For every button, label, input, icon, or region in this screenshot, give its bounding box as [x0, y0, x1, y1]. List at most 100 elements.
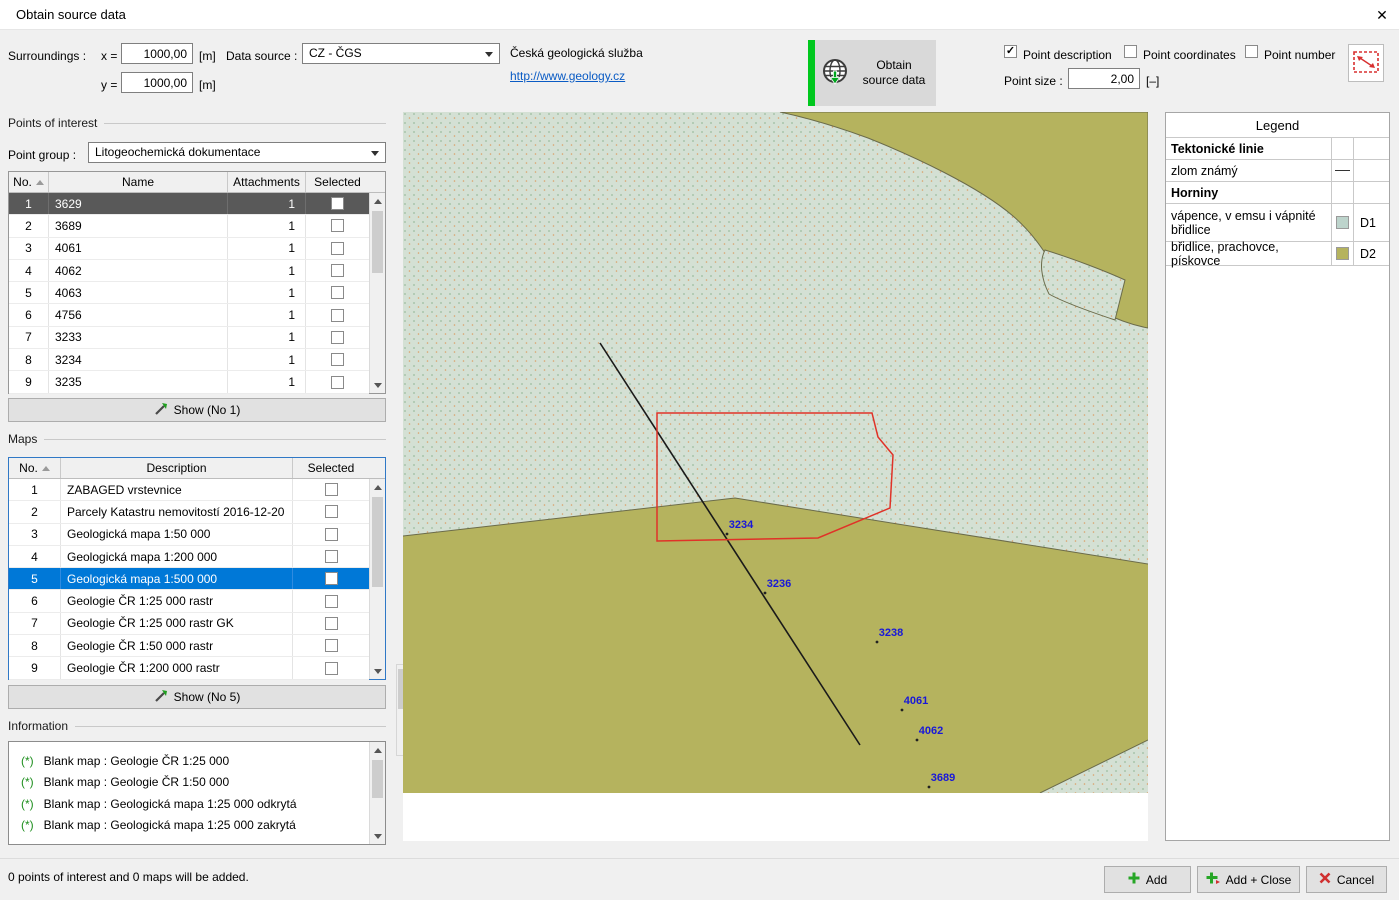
surroundings-y-input[interactable]	[121, 72, 193, 93]
column-header-no[interactable]: No.	[9, 172, 49, 192]
close-icon[interactable]: ✕	[1369, 3, 1395, 27]
column-header-name[interactable]: Name	[49, 172, 228, 192]
row-checkbox[interactable]	[325, 528, 338, 541]
table-row[interactable]: 2 Parcely Katastru nemovitostí 2016-12-2…	[9, 501, 369, 523]
list-item: (*) Blank map : Geologická mapa 1:25 000…	[9, 793, 369, 815]
page-title: Obtain source data	[16, 7, 126, 22]
table-row[interactable]: 7 Geologie ČR 1:25 000 rastr GK	[9, 613, 369, 635]
table-row[interactable]: 6 Geologie ČR 1:25 000 rastr	[9, 590, 369, 612]
legend-panel: Legend Tektonické linie zlom známý Horni…	[1165, 112, 1390, 841]
scrollbar-thumb[interactable]	[372, 497, 383, 587]
column-header-description[interactable]: Description	[61, 458, 293, 478]
list-item: (*) Blank map : Geologická mapa 1:25 000…	[9, 815, 369, 837]
row-checkbox[interactable]	[325, 639, 338, 652]
scrollbar-thumb[interactable]	[372, 760, 383, 798]
table-row[interactable]: 5 Geologická mapa 1:500 000	[9, 568, 369, 590]
row-checkbox[interactable]	[331, 376, 344, 389]
row-checkbox[interactable]	[331, 242, 344, 255]
row-checkbox[interactable]	[331, 286, 344, 299]
table-row[interactable]: 4 Geologická mapa 1:200 000	[9, 546, 369, 568]
legend-swatch	[1336, 247, 1349, 260]
table-row[interactable]: 7 3233 1	[9, 327, 369, 349]
table-row[interactable]: 4 4062 1	[9, 260, 369, 282]
row-checkbox[interactable]	[331, 197, 344, 210]
row-checkbox[interactable]	[331, 264, 344, 277]
plus-close-icon	[1206, 872, 1220, 887]
table-row[interactable]: 2 3689 1	[9, 215, 369, 237]
scroll-down-button[interactable]	[370, 663, 385, 679]
point-size-label: Point size :	[1004, 71, 1063, 91]
point-group-dropdown[interactable]: Litogeochemická dokumentace	[88, 142, 386, 163]
vertical-scrollbar[interactable]	[369, 193, 385, 393]
vertical-scrollbar[interactable]	[369, 742, 385, 844]
row-checkbox[interactable]	[325, 550, 338, 563]
add-button[interactable]: Add	[1104, 866, 1191, 893]
obtain-source-data-button[interactable]: Obtain source data	[808, 40, 936, 106]
row-checkbox[interactable]	[325, 662, 338, 675]
map-point-label: 3689	[931, 772, 955, 784]
scrollbar-thumb[interactable]	[372, 211, 383, 273]
cancel-x-icon	[1319, 872, 1331, 887]
scroll-up-button[interactable]	[370, 193, 385, 209]
row-checkbox[interactable]	[325, 483, 338, 496]
green-stripe	[808, 40, 815, 106]
row-checkbox[interactable]	[331, 309, 344, 322]
row-checkbox[interactable]	[325, 572, 338, 585]
table-row[interactable]: 1 ZABAGED vrstevnice	[9, 479, 369, 501]
column-header-attachments[interactable]: Attachments	[228, 172, 306, 192]
show-point-button[interactable]: Show (No 1)	[8, 398, 386, 422]
table-row[interactable]: 8 Geologie ČR 1:50 000 rastr	[9, 635, 369, 657]
scroll-up-button[interactable]	[370, 479, 385, 495]
scroll-down-button[interactable]	[370, 828, 385, 844]
table-row[interactable]: 3 4061 1	[9, 238, 369, 260]
add-close-button[interactable]: Add + Close	[1197, 866, 1300, 893]
table-row[interactable]: 5 4063 1	[9, 282, 369, 304]
show-button-label: Show (No 1)	[174, 403, 241, 417]
table-row[interactable]: 6 4756 1	[9, 304, 369, 326]
row-checkbox[interactable]	[331, 331, 344, 344]
surroundings-x-input[interactable]	[121, 43, 193, 64]
legend-swatch	[1336, 216, 1349, 229]
show-map-button[interactable]: Show (No 5)	[8, 685, 386, 709]
obtain-source-data-dialog: Obtain source data ✕ Surroundings : x = …	[0, 0, 1399, 900]
row-checkbox[interactable]	[331, 219, 344, 232]
map-point-label: 4062	[919, 725, 943, 737]
column-header-selected[interactable]: Selected	[293, 458, 369, 478]
section-title: Points of interest	[8, 116, 97, 130]
row-checkbox[interactable]	[325, 617, 338, 630]
point-description-checkbox[interactable]: ✓	[1004, 45, 1017, 58]
row-checkbox[interactable]	[325, 505, 338, 518]
globe-download-icon	[821, 57, 851, 90]
table-row[interactable]: 9 Geologie ČR 1:200 000 rastr	[9, 657, 369, 679]
scroll-up-button[interactable]	[370, 742, 385, 758]
table-row[interactable]: 3 Geologická mapa 1:50 000	[9, 524, 369, 546]
table-row[interactable]: 8 3234 1	[9, 349, 369, 371]
show-icon	[154, 689, 168, 706]
row-checkbox[interactable]	[325, 595, 338, 608]
point-number-checkbox[interactable]	[1245, 45, 1258, 58]
table-row[interactable]: 9 3235 1	[9, 371, 369, 393]
column-header-no[interactable]: No.	[9, 458, 61, 478]
point-number-label: Point number	[1264, 45, 1335, 65]
map-point-label: 3234	[729, 519, 754, 531]
table-row[interactable]: 1 3629 1	[9, 193, 369, 215]
points-of-interest-header: Points of interest	[8, 116, 386, 130]
row-checkbox[interactable]	[331, 353, 344, 366]
zoom-extent-button[interactable]	[1348, 44, 1384, 82]
point-size-input[interactable]	[1068, 68, 1140, 89]
y-unit-label: [m]	[199, 75, 216, 95]
points-table-body: 1 3629 1 2 3689 1 3 4061 1 4 4062 1	[9, 193, 369, 394]
legend-row: Horniny	[1166, 182, 1389, 204]
chevron-down-icon	[485, 52, 493, 57]
map-canvas[interactable]: 3234 3236 3238 4061 4062 3689	[403, 112, 1148, 841]
column-header-selected[interactable]: Selected	[306, 172, 369, 192]
cancel-button[interactable]: Cancel	[1306, 866, 1387, 893]
plus-icon	[1128, 872, 1140, 887]
point-size-unit-label: [–]	[1146, 71, 1159, 91]
vertical-scrollbar[interactable]	[369, 479, 385, 679]
provider-link[interactable]: http://www.geology.cz	[510, 69, 625, 83]
data-source-dropdown[interactable]: CZ - ČGS	[302, 43, 500, 64]
point-coordinates-checkbox[interactable]	[1124, 45, 1137, 58]
scroll-down-button[interactable]	[370, 377, 385, 393]
maps-table: No. Description Selected 1 ZABAGED vrste…	[8, 457, 386, 680]
